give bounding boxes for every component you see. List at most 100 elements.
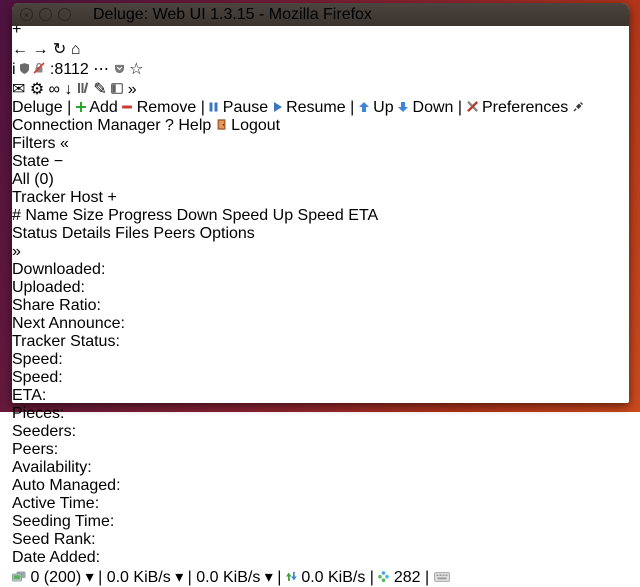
- sidebar-toggle-icon[interactable]: [111, 83, 123, 94]
- pocket-icon[interactable]: [114, 64, 125, 74]
- upload-rate-caret-icon: ▾: [265, 569, 273, 586]
- window-maximize-button[interactable]: [58, 8, 71, 21]
- torrent-details-panel: Status Details Files Peers Options » Dow…: [12, 225, 629, 567]
- traffic-arrows-icon: [286, 571, 297, 582]
- window-close-button[interactable]: ×: [20, 8, 33, 21]
- tracker-host-expand-button[interactable]: +: [107, 189, 116, 206]
- torrent-grid: # Name Size Progress Down Speed Up Speed…: [12, 207, 629, 225]
- resume-button[interactable]: Resume: [273, 99, 350, 116]
- logout-label: Logout: [231, 117, 280, 134]
- page-actions-icon[interactable]: ⋯: [93, 61, 109, 78]
- overflow-chevron-icon[interactable]: »: [128, 81, 137, 98]
- logout-button[interactable]: Logout: [216, 117, 280, 134]
- tracker-host-section-header[interactable]: Tracker Host +: [12, 189, 629, 207]
- downloads-icon[interactable]: ↓: [65, 81, 73, 98]
- connections-indicator[interactable]: 0 (200) ▾: [12, 569, 98, 586]
- logout-door-icon: [216, 119, 227, 130]
- toolbar-divider: |: [458, 99, 462, 116]
- tab-peers[interactable]: Peers: [153, 225, 195, 242]
- pause-icon: [209, 102, 218, 112]
- column-header-eta[interactable]: ETA: [348, 207, 378, 224]
- upload-rate-value: 0.0 KiB/s: [196, 569, 260, 586]
- desktop-background: × Deluge: Web UI 1.3.15 - Mozilla Firefo…: [0, 0, 640, 412]
- traffic-indicator: 0.0 KiB/s: [286, 569, 370, 586]
- details-tab-strip: Status Details Files Peers Options: [12, 225, 629, 243]
- active-time-label: Active Time:: [12, 495, 629, 513]
- insecure-lock-icon[interactable]: [33, 62, 45, 74]
- filters-header: Filters «: [12, 135, 629, 153]
- toolbar-right-group: ? Help Logout: [165, 117, 280, 134]
- down-arrow-icon: [398, 102, 408, 112]
- home-button[interactable]: ⌂: [71, 41, 81, 58]
- url-bar[interactable]: i :8112 ⋯ ☆: [12, 59, 629, 79]
- add-label: Add: [89, 99, 117, 116]
- filters-panel: Filters « State − All (0) Tracker H: [12, 135, 629, 207]
- tracker-host-label: Tracker Host: [12, 189, 103, 206]
- download-rate-indicator[interactable]: 0.0 KiB/s ▾: [107, 569, 188, 586]
- window-titlebar[interactable]: × Deluge: Web UI 1.3.15 - Mozilla Firefo…: [12, 3, 629, 26]
- uploaded-label: Uploaded:: [12, 279, 629, 297]
- window-minimize-button[interactable]: [39, 8, 52, 21]
- containers-icon[interactable]: ∞: [49, 81, 60, 98]
- pieces-label: Pieces:: [12, 405, 629, 423]
- keyboard-icon[interactable]: [434, 572, 450, 582]
- status-column-2: Speed: Speed: ETA: Pieces:: [12, 351, 629, 423]
- connections-caret-icon: ▾: [86, 569, 94, 586]
- state-section-header[interactable]: State −: [12, 153, 629, 171]
- url-port-text: :8112: [50, 61, 89, 78]
- filters-collapse-button[interactable]: «: [60, 135, 69, 152]
- seed-rank-label: Seed Rank:: [12, 531, 629, 549]
- queue-up-button[interactable]: Up: [359, 99, 398, 116]
- filter-item-all[interactable]: All (0): [12, 171, 629, 189]
- tab-options[interactable]: Options: [200, 225, 255, 242]
- pause-label: Pause: [223, 99, 268, 116]
- filter-all-label: All (0): [12, 171, 54, 188]
- connections-value: 0 (200): [30, 569, 81, 586]
- resume-play-icon: [273, 102, 282, 112]
- dht-nodes-icon: [378, 571, 389, 582]
- add-torrent-button[interactable]: Add: [76, 99, 122, 116]
- deluge-brand-label: Deluge: [12, 99, 63, 116]
- remove-torrent-button[interactable]: Remove: [122, 99, 200, 116]
- downloaded-label: Downloaded:: [12, 261, 629, 279]
- tab-files[interactable]: Files: [115, 225, 149, 242]
- torrent-grid-header: # Name Size Progress Down Speed Up Speed…: [12, 207, 629, 225]
- down-label: Down: [413, 99, 454, 116]
- seeding-time-label: Seeding Time:: [12, 513, 629, 531]
- tracking-shield-icon[interactable]: [20, 63, 29, 74]
- up-speed-label: Speed:: [12, 369, 629, 387]
- notes-pen-icon[interactable]: ✎: [93, 81, 106, 98]
- column-header-up-speed[interactable]: Up Speed: [273, 207, 344, 224]
- queue-down-button[interactable]: Down: [398, 99, 458, 116]
- preferences-button[interactable]: Preferences: [467, 99, 573, 116]
- state-collapse-button[interactable]: −: [54, 153, 63, 170]
- eta-label: ETA:: [12, 387, 629, 405]
- download-rate-caret-icon: ▾: [175, 569, 183, 586]
- back-button[interactable]: ←: [12, 41, 28, 58]
- help-label: Help: [178, 117, 211, 134]
- column-header-number[interactable]: #: [12, 207, 21, 224]
- tab-status[interactable]: Status: [12, 225, 57, 242]
- column-header-progress[interactable]: Progress: [108, 207, 172, 224]
- bookmark-star-icon[interactable]: ☆: [129, 61, 143, 78]
- details-collapse-button[interactable]: »: [12, 243, 21, 260]
- column-header-size[interactable]: Size: [73, 207, 104, 224]
- tab-details[interactable]: Details: [62, 225, 111, 242]
- pause-button[interactable]: Pause: [209, 99, 272, 116]
- statusbar-divider: |: [188, 569, 192, 586]
- forward-button[interactable]: →: [32, 41, 48, 58]
- help-button[interactable]: ? Help: [165, 117, 216, 134]
- dht-nodes-value: 282: [394, 569, 421, 586]
- column-header-name[interactable]: Name: [25, 207, 68, 224]
- statusbar-divider: |: [425, 569, 429, 586]
- settings-gear-icon[interactable]: ⚙: [30, 81, 44, 98]
- dht-nodes-indicator: 282: [378, 569, 425, 586]
- library-icon[interactable]: [77, 82, 89, 94]
- mail-icon[interactable]: ✉: [12, 81, 25, 98]
- deluge-web-ui: Deluge | Add Remove | Pause: [12, 99, 629, 587]
- site-info-icon[interactable]: i: [12, 61, 16, 78]
- upload-rate-indicator[interactable]: 0.0 KiB/s ▾: [196, 569, 277, 586]
- column-header-down-speed[interactable]: Down Speed: [177, 207, 269, 224]
- add-plus-icon: [76, 102, 86, 112]
- reload-button[interactable]: ↻: [53, 41, 66, 58]
